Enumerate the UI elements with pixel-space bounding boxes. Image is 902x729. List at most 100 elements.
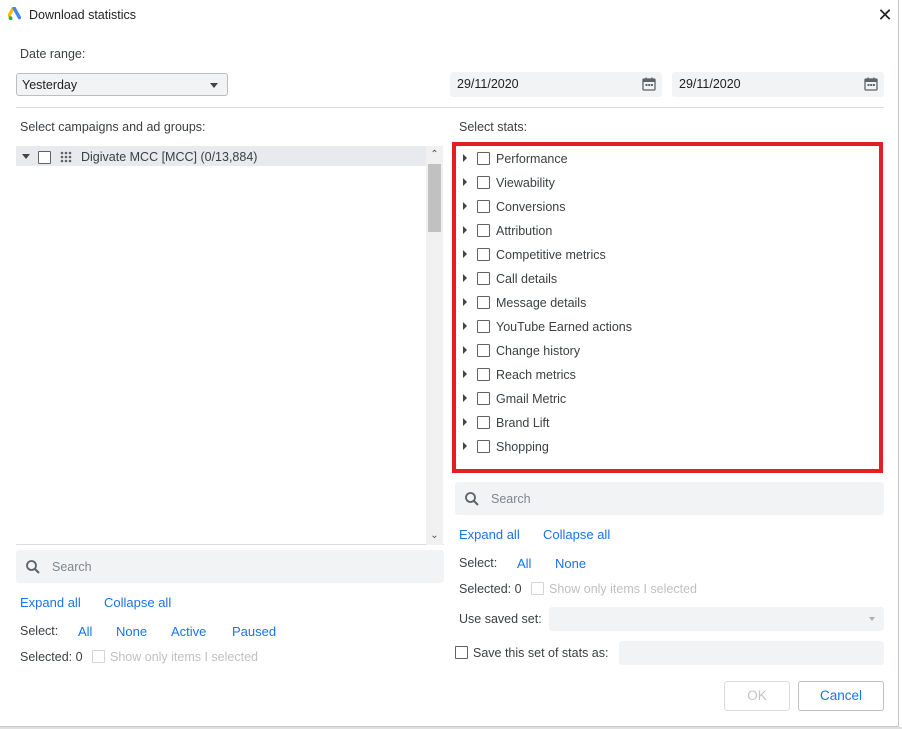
close-icon[interactable]: ✕: [874, 4, 896, 26]
expand-arrow-icon[interactable]: [463, 418, 467, 426]
expand-arrow-icon[interactable]: [463, 226, 467, 234]
end-date-value: 29/11/2020: [679, 77, 741, 91]
date-range-label: Date range:: [20, 47, 86, 61]
grid-dots-icon: [60, 151, 72, 163]
expand-arrow-icon[interactable]: [463, 178, 467, 186]
stat-item-competitive-metrics[interactable]: Competitive metrics: [458, 244, 878, 264]
expand-arrow-icon[interactable]: [22, 154, 30, 159]
stat-item-change-history[interactable]: Change history: [458, 340, 878, 360]
tree-item-account[interactable]: Digivate MCC [MCC] (0/13,884): [16, 146, 426, 166]
stats-select-label: Select:: [459, 556, 498, 570]
date-range-select[interactable]: Yesterday: [16, 73, 228, 96]
scroll-down-icon[interactable]: ⌄: [430, 531, 439, 541]
end-date-field[interactable]: 29/11/2020: [672, 72, 884, 97]
stats-search[interactable]: [455, 482, 884, 515]
expand-arrow-icon[interactable]: [463, 346, 467, 354]
stat-checkbox[interactable]: [477, 152, 490, 165]
calendar-icon[interactable]: [864, 77, 878, 91]
ok-button[interactable]: OK: [724, 681, 790, 711]
stat-item-attribution[interactable]: Attribution: [458, 220, 878, 240]
expand-arrow-icon[interactable]: [463, 442, 467, 450]
campaigns-show-selected-checkbox[interactable]: [92, 650, 105, 663]
calendar-icon[interactable]: [642, 77, 656, 91]
stat-label: Viewability: [496, 176, 555, 190]
scroll-up-icon[interactable]: ⌃: [430, 150, 439, 160]
expand-arrow-icon[interactable]: [463, 370, 467, 378]
campaigns-select-none[interactable]: None: [116, 624, 147, 639]
stat-checkbox[interactable]: [477, 392, 490, 405]
campaigns-collapse-all-link[interactable]: Collapse all: [104, 595, 171, 610]
stat-item-shopping[interactable]: Shopping: [458, 436, 878, 456]
stats-select-all[interactable]: All: [517, 556, 531, 571]
stats-select-none[interactable]: None: [555, 556, 586, 571]
expand-arrow-icon[interactable]: [463, 298, 467, 306]
saved-set-select[interactable]: [549, 607, 884, 631]
stats-label: Select stats:: [459, 120, 528, 134]
stat-item-brand-lift[interactable]: Brand Lift: [458, 412, 878, 432]
stat-item-call-details[interactable]: Call details: [458, 268, 878, 288]
campaign-search-input[interactable]: [52, 558, 352, 576]
google-ads-logo-icon: [8, 7, 22, 21]
stat-label: Brand Lift: [496, 416, 550, 430]
campaigns-label: Select campaigns and ad groups:: [20, 120, 206, 134]
stat-label: Attribution: [496, 224, 553, 238]
tree-item-checkbox[interactable]: [38, 151, 51, 164]
stat-label: YouTube Earned actions: [496, 320, 632, 334]
tree-scrollbar[interactable]: ⌃ ⌄: [426, 146, 443, 545]
date-range-value: Yesterday: [22, 78, 78, 92]
campaigns-select-all[interactable]: All: [78, 624, 92, 639]
save-set-label: Save this set of stats as:: [473, 646, 609, 660]
stat-label: Shopping: [496, 440, 549, 454]
use-saved-set-label: Use saved set:: [459, 612, 542, 626]
stat-item-conversions[interactable]: Conversions: [458, 196, 878, 216]
start-date-field[interactable]: 29/11/2020: [450, 72, 662, 97]
stat-label: Call details: [496, 272, 558, 286]
campaign-tree: Digivate MCC [MCC] (0/13,884) ⌃ ⌄: [16, 146, 444, 545]
stat-checkbox[interactable]: [477, 344, 490, 357]
stat-checkbox[interactable]: [477, 224, 490, 237]
stat-checkbox[interactable]: [477, 176, 490, 189]
expand-arrow-icon[interactable]: [463, 322, 467, 330]
stat-label: Reach metrics: [496, 368, 576, 382]
expand-arrow-icon[interactable]: [463, 250, 467, 258]
stat-item-viewability[interactable]: Viewability: [458, 172, 878, 192]
stat-label: Conversions: [496, 200, 566, 214]
scrollbar-thumb[interactable]: [428, 164, 441, 232]
stat-label: Change history: [496, 344, 581, 358]
start-date-value: 29/11/2020: [457, 77, 519, 91]
stat-item-message-details[interactable]: Message details: [458, 292, 878, 312]
stat-item-gmail-metric[interactable]: Gmail Metric: [458, 388, 878, 408]
stat-item-reach-metrics[interactable]: Reach metrics: [458, 364, 878, 384]
expand-arrow-icon[interactable]: [463, 202, 467, 210]
stat-item-performance[interactable]: Performance: [458, 148, 878, 168]
stat-item-youtube-earned-actions[interactable]: YouTube Earned actions: [458, 316, 878, 336]
save-set-checkbox[interactable]: [455, 646, 468, 659]
stat-checkbox[interactable]: [477, 296, 490, 309]
campaigns-select-label: Select:: [20, 624, 59, 638]
expand-arrow-icon[interactable]: [463, 154, 467, 162]
expand-arrow-icon[interactable]: [463, 394, 467, 402]
stat-label: Message details: [496, 296, 587, 310]
campaigns-show-selected-label: Show only items I selected: [110, 650, 258, 664]
stat-checkbox[interactable]: [477, 248, 490, 261]
stats-show-selected-label: Show only items I selected: [549, 582, 697, 596]
stat-checkbox[interactable]: [477, 440, 490, 453]
download-statistics-dialog: Download statistics ✕ Date range: Yester…: [0, 0, 899, 727]
expand-arrow-icon[interactable]: [463, 274, 467, 282]
stats-collapse-all-link[interactable]: Collapse all: [543, 527, 610, 542]
campaigns-select-active[interactable]: Active: [171, 624, 206, 639]
stat-checkbox[interactable]: [477, 368, 490, 381]
save-set-name-input[interactable]: [619, 641, 884, 665]
stat-checkbox[interactable]: [477, 272, 490, 285]
campaigns-selected-count: Selected: 0: [20, 650, 83, 664]
stat-checkbox[interactable]: [477, 200, 490, 213]
campaigns-select-paused[interactable]: Paused: [232, 624, 276, 639]
cancel-button[interactable]: Cancel: [798, 681, 884, 711]
stat-checkbox[interactable]: [477, 320, 490, 333]
campaigns-expand-all-link[interactable]: Expand all: [20, 595, 81, 610]
stats-show-selected-checkbox[interactable]: [531, 582, 544, 595]
stat-checkbox[interactable]: [477, 416, 490, 429]
stats-search-input[interactable]: [491, 490, 791, 508]
campaign-search[interactable]: [16, 550, 444, 583]
stats-expand-all-link[interactable]: Expand all: [459, 527, 520, 542]
